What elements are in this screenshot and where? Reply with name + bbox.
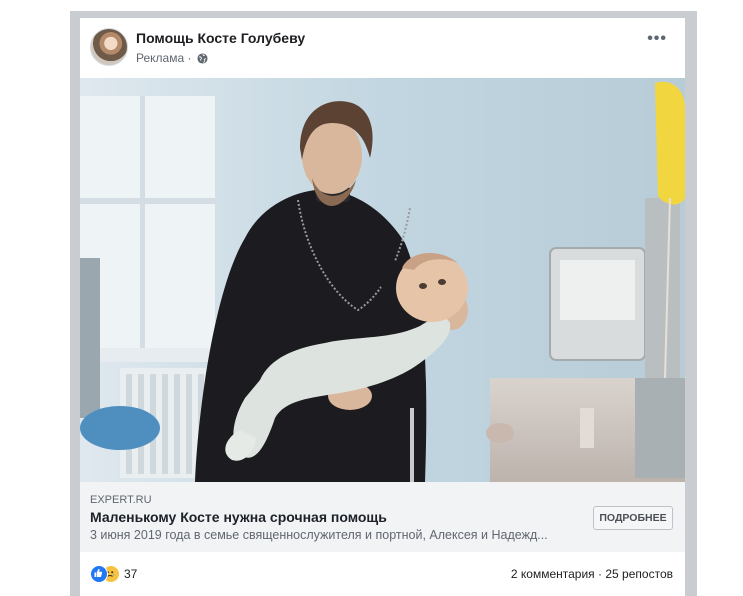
more-options-icon[interactable]: •••: [647, 30, 667, 48]
sponsored-label[interactable]: Реклама: [136, 51, 184, 65]
post-meta: Реклама ·: [136, 51, 208, 67]
link-title[interactable]: Маленькому Косте нужна срочная помощь: [90, 509, 387, 525]
post-header: Помощь Косте Голубеву Реклама · •••: [80, 18, 685, 78]
link-preview[interactable]: EXPERT.RU Маленькому Косте нужна срочная…: [80, 482, 685, 552]
like-reaction-icon: [90, 565, 108, 583]
meta-separator: ·: [187, 51, 192, 65]
engagement-stats: 2 комментария · 25 репостов: [511, 567, 673, 581]
link-description: 3 июня 2019 года в семье священнослужите…: [90, 528, 548, 542]
post-photo: [80, 78, 685, 482]
link-domain: EXPERT.RU: [90, 494, 152, 506]
learn-more-button[interactable]: ПОДРОБНЕЕ: [593, 506, 673, 530]
reaction-count: 37: [124, 567, 138, 581]
post-image[interactable]: [80, 78, 685, 482]
page-name[interactable]: Помощь Косте Голубеву: [136, 30, 305, 46]
shares-count[interactable]: 25 репостов: [605, 567, 673, 581]
globe-icon: [197, 53, 208, 67]
comments-count[interactable]: 2 комментария: [511, 567, 595, 581]
post-card: Помощь Косте Голубеву Реклама · ••• EXPE…: [80, 18, 685, 596]
avatar[interactable]: [90, 28, 128, 66]
stats-separator: ·: [598, 567, 603, 581]
